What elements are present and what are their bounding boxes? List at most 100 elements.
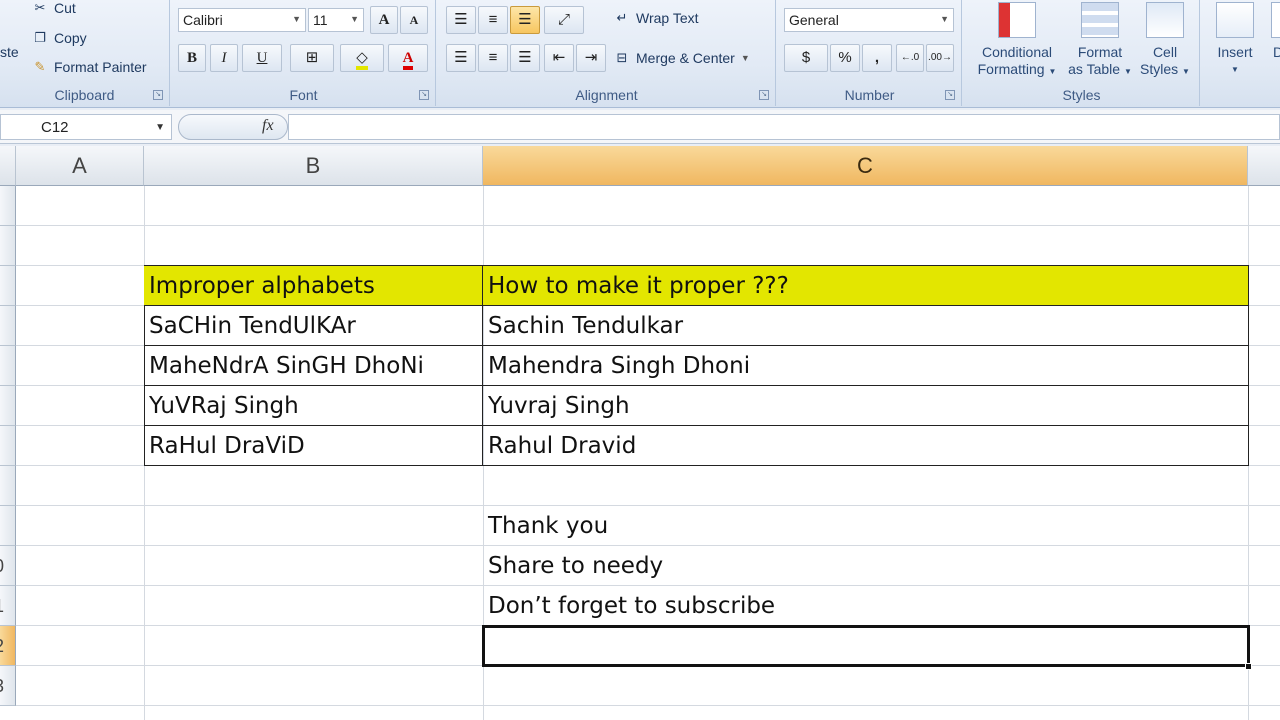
shrink-font-button[interactable]: A [400,6,428,34]
select-all-corner[interactable] [0,146,16,186]
comma-style-button[interactable]: , [862,44,892,72]
row-header[interactable] [0,426,16,466]
font-label: Font [289,87,318,103]
font-name-select[interactable]: Calibri ▼ [178,8,306,32]
cell-c8[interactable]: Rahul Dravid [483,426,1249,466]
fill-color-button[interactable]: ◇ [340,44,384,72]
ribbon: ste ✂ Cut ❐ Copy ✎ Format Painter Clipbo… [0,0,1280,108]
align-top-button[interactable]: ☰ [446,6,476,34]
bold-button[interactable]: B [178,44,206,72]
delete-cells-icon [1271,2,1280,38]
clipboard-launcher-icon[interactable]: ↘ [153,90,163,100]
copy-button[interactable]: ❐ Copy [32,30,87,46]
cell-c6[interactable]: Mahendra Singh Dhoni [483,346,1249,386]
cell-b6[interactable]: MaheNdrA SinGH DhoNi [144,346,483,386]
underline-button[interactable]: U [242,44,282,72]
format-as-table-button[interactable]: Format as Table ▼ [1064,2,1136,80]
row-header[interactable] [0,466,16,506]
italic-button[interactable]: I [210,44,238,72]
decrease-indent-icon: ⇤ [552,49,566,66]
orientation-button[interactable]: ⤢ [544,6,584,34]
styles-label: Styles [1062,87,1101,103]
font-size-select[interactable]: 11 ▼ [308,8,364,32]
number-group: General ▼ $ % , ←.0 .00→ Number ↘ [778,0,962,106]
cell-c4-header[interactable]: How to make it proper ??? [483,266,1249,306]
clipboard-group: ste ✂ Cut ❐ Copy ✎ Format Painter Clipbo… [0,0,170,106]
cell-c12-note[interactable]: Don’t forget to subscribe [483,586,775,626]
merge-center-button[interactable]: ⊟ Merge & Center ▼ [614,50,750,66]
cell-b8[interactable]: RaHul DraViD [144,426,483,466]
row-header-13[interactable]: 3 [0,666,16,706]
cell-b5[interactable]: SaCHin TendUlKAr [144,306,483,346]
insert-function-button[interactable]: fx [262,117,274,135]
row-header[interactable] [0,186,16,226]
increase-decimal-button[interactable]: ←.0 [896,44,924,72]
borders-button[interactable]: ⊞ [290,44,334,72]
align-left-button[interactable]: ☰ [446,44,476,72]
fill-handle[interactable] [1245,663,1252,670]
number-format-select[interactable]: General ▼ [784,8,954,32]
row-header[interactable] [0,306,16,346]
align-middle-button[interactable]: ≡ [478,6,508,34]
cell-b7[interactable]: YuVRaj Singh [144,386,483,426]
align-right-button[interactable]: ☰ [510,44,540,72]
cell-styles-label-1: Cell [1152,44,1178,60]
paste-button[interactable]: ste [0,44,19,60]
cell-c5[interactable]: Sachin Tendulkar [483,306,1249,346]
insert-button[interactable]: Insert ▼ [1210,2,1260,78]
row-header[interactable] [0,506,16,546]
font-color-button[interactable]: A [388,44,428,72]
column-header-c[interactable]: C [483,146,1248,186]
align-center-icon: ≡ [488,49,498,66]
cell-b4-header[interactable]: Improper alphabets [144,266,483,306]
font-launcher-icon[interactable]: ↘ [419,90,429,100]
name-box[interactable]: C12 ▼ [0,114,172,140]
cell-c7[interactable]: Yuvraj Singh [483,386,1249,426]
gridline [16,505,1280,506]
increase-decimal-icon: ←.0 [900,52,920,63]
increase-indent-button[interactable]: ⇥ [576,44,606,72]
cell-c11[interactable]: Share to needy [483,546,663,586]
decrease-decimal-button[interactable]: .00→ [926,44,954,72]
row-header[interactable] [0,346,16,386]
column-header-d[interactable] [1248,146,1280,186]
formula-input[interactable] [288,114,1280,140]
row-header-10[interactable]: 0 [0,546,16,586]
row-header-11[interactable]: 1 [0,586,16,626]
insert-cells-icon [1216,2,1254,38]
chevron-down-icon: ▼ [155,122,165,133]
format-painter-button[interactable]: ✎ Format Painter [32,59,147,75]
alignment-group: ☰ ≡ ☰ ⤢ ↵ Wrap Text ☰ ≡ ☰ ⇤ ⇥ ⊟ Merge & … [438,0,776,106]
column-header-b[interactable]: B [144,146,483,186]
worksheet-grid[interactable]: A B C 0 1 2 3 Improper alphabets How to … [0,146,1280,720]
grow-font-button[interactable]: A [370,6,398,34]
row-header[interactable] [0,386,16,426]
row-header[interactable] [0,226,16,266]
cells-group: Insert ▼ D [1202,0,1280,106]
text-orientation-icon: ⤢ [557,11,570,28]
decrease-indent-button[interactable]: ⇤ [544,44,574,72]
cut-button[interactable]: ✂ Cut [32,0,76,16]
fill-color-icon: ◇ [356,49,368,70]
number-launcher-icon[interactable]: ↘ [945,90,955,100]
conditional-formatting-label-2: Formatting [977,61,1045,77]
delete-button[interactable]: D [1268,2,1280,61]
alignment-launcher-icon[interactable]: ↘ [759,90,769,100]
paintbrush-icon: ✎ [34,59,46,74]
align-center-button[interactable]: ≡ [478,44,508,72]
format-painter-label: Format Painter [54,59,147,75]
row-header[interactable] [0,266,16,306]
cell-styles-button[interactable]: Cell Styles ▼ [1136,2,1194,80]
font-group: Calibri ▼ 11 ▼ A A B I U ⊞ ◇ A Font ↘ [172,0,436,106]
column-header-a[interactable]: A [16,146,144,186]
cell-styles-label-2: Styles [1140,61,1179,77]
align-bottom-button[interactable]: ☰ [510,6,540,34]
row-header-12[interactable]: 2 [0,626,16,666]
percent-style-button[interactable]: % [830,44,860,72]
active-cell-c12[interactable] [482,625,1250,667]
cell-c10[interactable]: Thank you [483,506,608,546]
wrap-text-button[interactable]: ↵ Wrap Text [614,10,699,26]
align-top-icon: ☰ [454,11,468,28]
accounting-format-button[interactable]: $ [784,44,828,72]
conditional-formatting-button[interactable]: Conditional Formatting ▼ [972,2,1062,80]
